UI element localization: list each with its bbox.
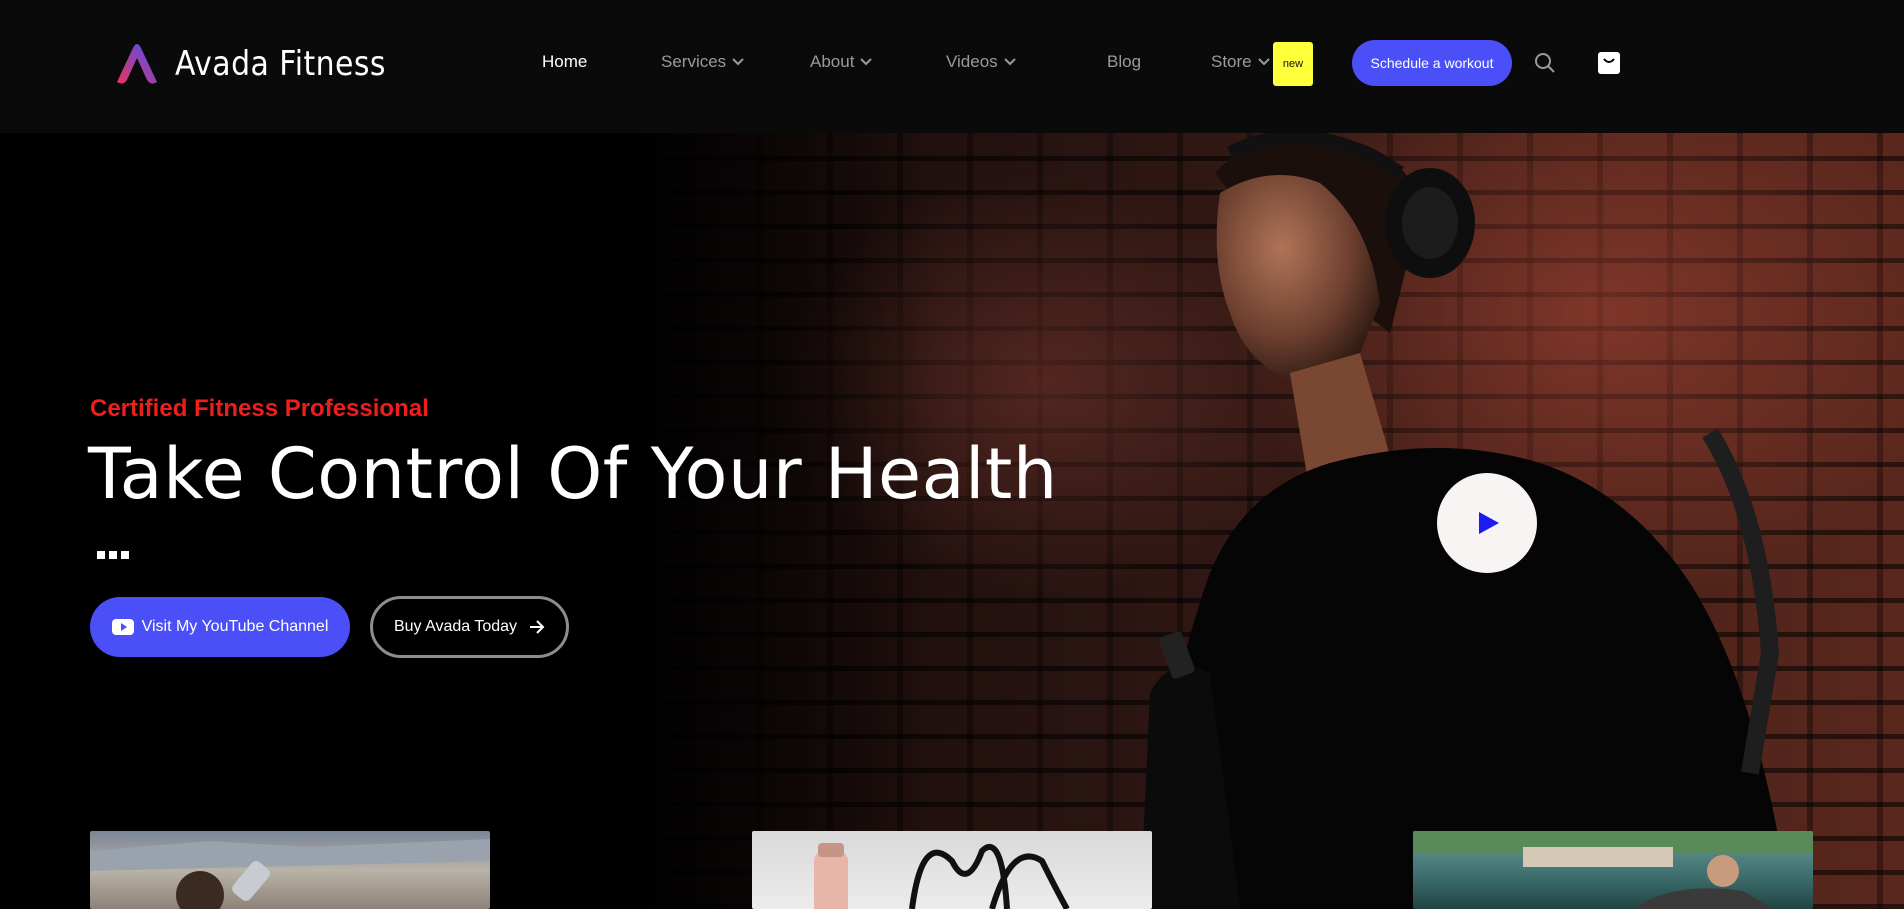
brand-name: Avada Fitness [175,44,386,84]
site-header: Avada Fitness Home Services About Videos… [0,0,1904,133]
brand-logo[interactable]: Avada Fitness [113,40,415,88]
visit-youtube-label: Visit My YouTube Channel [141,618,329,635]
divider-dot [121,551,129,559]
nav-services-label: Services [661,52,727,71]
divider-dot [97,551,105,559]
hero-eyebrow: Certified Fitness Professional [90,395,429,422]
headline-divider-dots [97,551,129,559]
chevron-down-icon [1003,58,1016,66]
nav-home[interactable]: Home [542,52,587,72]
chevron-down-icon [732,58,744,66]
nav-home-label: Home [542,52,588,71]
nav-videos[interactable]: Videos [946,52,1016,72]
bag-glyph-icon [1603,58,1615,63]
nav-about-label: About [810,52,855,71]
nav-blog[interactable]: Blog [1107,52,1141,72]
nav-services[interactable]: Services [661,52,744,72]
chevron-down-icon [860,58,873,66]
hero-section: Certified Fitness Professional Take Cont… [0,133,1904,909]
woman-drinking-image [90,839,490,909]
search-icon[interactable] [1534,52,1556,74]
nav-blog-label: Blog [1107,52,1142,71]
play-video-button[interactable] [1437,473,1537,573]
background-fade [617,133,937,909]
schedule-workout-button[interactable]: Schedule a workout [1352,40,1512,86]
woman-stretching-image [1413,831,1813,909]
divider-dot [109,551,117,559]
nav-about[interactable]: About [810,52,873,72]
fitness-equipment-image [814,843,1070,909]
nav-store-label: Store [1211,52,1252,71]
feature-card-image-drinking[interactable] [90,831,490,909]
feature-card-image-equipment[interactable] [752,831,1152,909]
play-icon [1479,512,1499,534]
arrow-right-icon [530,620,545,634]
avada-logo-icon [117,44,157,84]
hero-headline: Take Control Of Your Health [88,433,1058,515]
shopping-bag-icon[interactable] [1598,52,1620,74]
nav-videos-label: Videos [946,52,998,71]
visit-youtube-button[interactable]: Visit My YouTube Channel [90,597,350,657]
buy-avada-label: Buy Avada Today [393,618,518,635]
new-badge: new [1273,42,1313,86]
youtube-icon [111,619,134,635]
feature-card-image-stretching[interactable] [1413,831,1813,909]
buy-avada-button[interactable]: Buy Avada Today [370,596,569,658]
chevron-down-icon [1257,58,1270,66]
nav-store[interactable]: Store [1211,52,1270,72]
